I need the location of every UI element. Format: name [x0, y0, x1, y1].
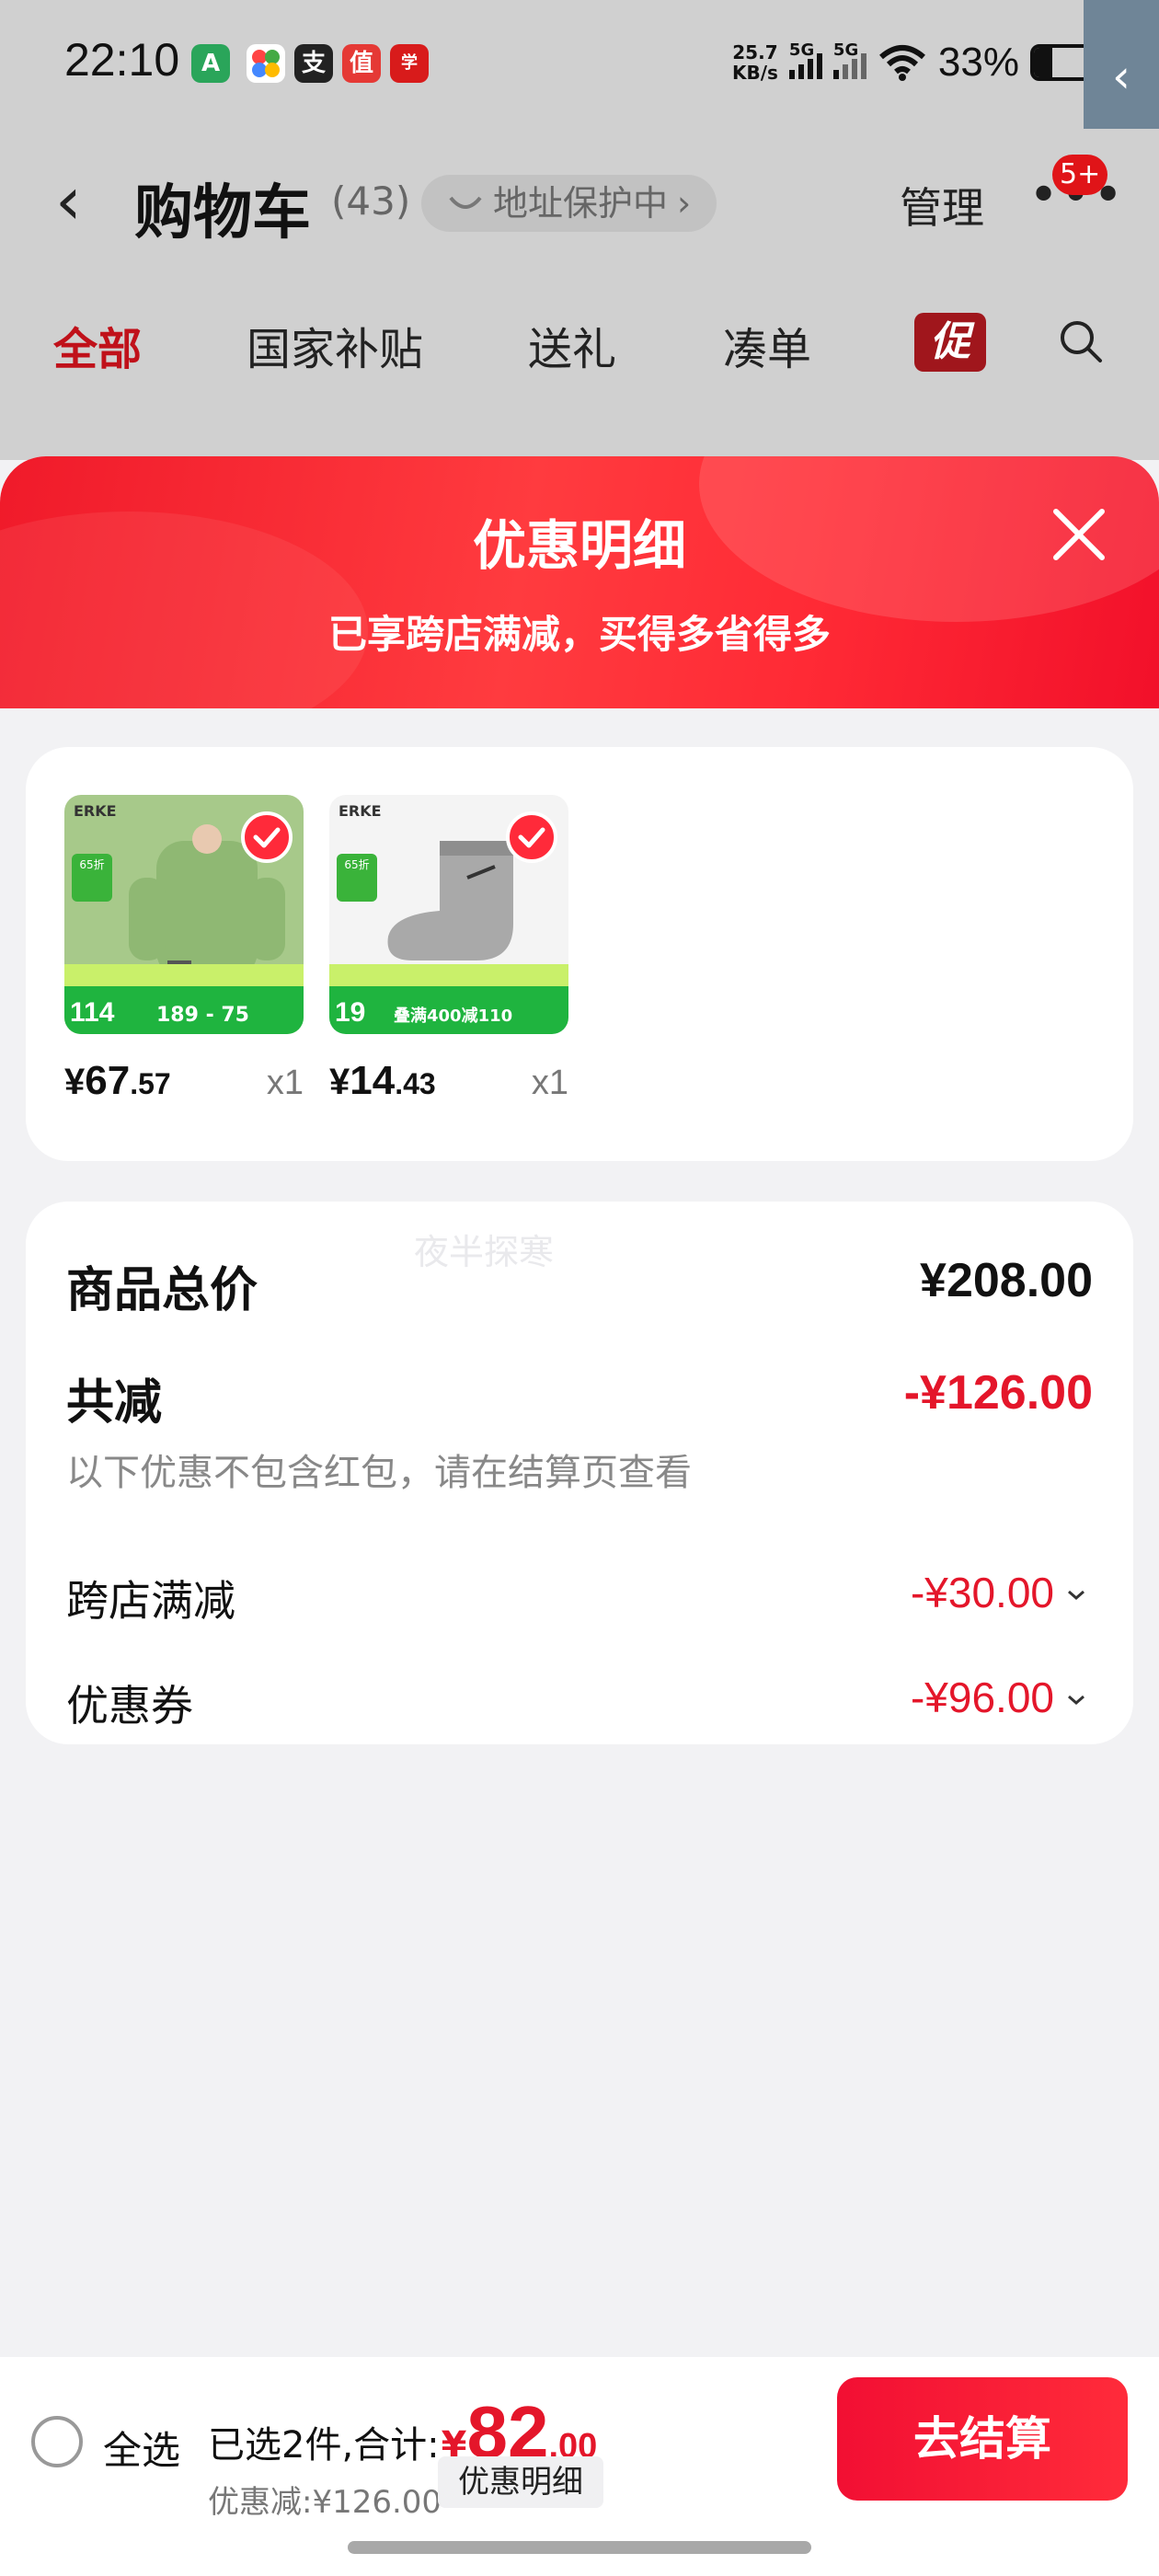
goods-total-label: 商品总价	[66, 1263, 258, 1318]
product-price: ¥67.57	[64, 1058, 171, 1104]
product-price: ¥14.43	[329, 1058, 436, 1104]
cross-store-discount-value[interactable]: -¥30.00	[911, 1568, 1054, 1617]
signal-1-label: 5G	[788, 40, 815, 60]
signal-2-label: 5G	[832, 40, 859, 60]
thumb-promo-text: 叠满400减110	[394, 1006, 513, 1026]
address-protect-pill[interactable]: 地址保护中 ›	[421, 175, 717, 232]
tab-promo[interactable]: 促	[914, 313, 986, 372]
promo-strip	[64, 964, 304, 986]
price-decimal: .57	[130, 1067, 171, 1100]
price-integer: 67	[85, 1058, 131, 1103]
coupon-value[interactable]: -¥96.00	[911, 1673, 1054, 1722]
coupon-label: 优惠券	[66, 1681, 193, 1731]
alipay-icon: 支	[294, 44, 333, 83]
sheet-title: 优惠明细	[472, 514, 686, 577]
discount-amount: 优惠减:¥126.00	[208, 2484, 442, 2521]
cross-store-discount-label: 跨店满减	[66, 1576, 235, 1626]
brand-label: ERKE	[74, 802, 117, 820]
net-speed-value: 25.7	[732, 41, 778, 63]
select-all-label[interactable]: 全选	[103, 2420, 180, 2476]
home-indicator[interactable]	[348, 2541, 811, 2554]
total-reduction-label: 共减	[66, 1375, 163, 1431]
tab-all[interactable]: 全部	[53, 313, 142, 377]
manage-button[interactable]: 管理	[900, 175, 984, 236]
status-indicators: 25.7 KB/s 5G 5G 33%	[732, 37, 1095, 88]
status-time: 22:10	[64, 34, 180, 86]
product-quantity: x1	[266, 1064, 304, 1102]
price-integer: 14	[350, 1058, 396, 1103]
selected-check-icon[interactable]	[506, 811, 557, 863]
watermark: 夜半探寒	[414, 1232, 555, 1272]
price-currency: ¥	[64, 1062, 86, 1102]
discount-tag: 65折	[337, 854, 377, 902]
battery-percent: 33%	[937, 40, 1019, 85]
discount-detail-sheet: 优惠明细 已享跨店满减，买得多省得多 ERKE 65折 114 189 - 75…	[0, 456, 1159, 2576]
discount-tag: 65折	[72, 854, 112, 902]
price-currency: ¥	[329, 1062, 350, 1102]
select-all-checkbox[interactable]	[31, 2416, 83, 2467]
checkout-bar: 全选 已选2件,合计: ¥ 82 .00 优惠减:¥126.00 优惠明细 去结…	[0, 2357, 1159, 2576]
price-decimal: .43	[395, 1067, 436, 1100]
tab-bundle[interactable]: 凑单	[723, 313, 811, 377]
thumb-price: 19	[335, 997, 366, 1028]
reduction-note: 以下优惠不包含红包，请在结算页查看	[66, 1452, 692, 1494]
selected-check-icon[interactable]	[241, 811, 293, 863]
sheet-subtitle: 已享跨店满减，买得多省得多	[327, 612, 831, 657]
cart-tabs: 全部 国家补贴 送礼 凑单 促	[0, 313, 1159, 386]
smile-icon	[449, 196, 482, 209]
value-app-icon: 值	[342, 44, 381, 83]
thumb-price: 114	[70, 997, 115, 1028]
tab-national-subsidy[interactable]: 国家补贴	[247, 313, 423, 377]
brand-label: ERKE	[339, 802, 382, 820]
cart-title: 购物车	[134, 179, 311, 247]
status-bar: 22:10 A 支 值 学 25.7 KB/s 5G 5G 33%	[0, 0, 1159, 129]
search-icon[interactable]	[1058, 318, 1104, 364]
product-quantity: x1	[531, 1064, 568, 1102]
checkout-button[interactable]: 去结算	[837, 2377, 1128, 2501]
signal-1-icon: 5G	[788, 40, 822, 79]
address-protect-label: 地址保护中	[493, 183, 669, 224]
goods-total-value: ¥208.00	[920, 1254, 1093, 1307]
net-speed-unit: KB/s	[731, 62, 778, 84]
xuexi-app-icon: 学	[390, 44, 429, 83]
total-reduction-value: -¥126.00	[903, 1366, 1093, 1420]
more-badge: 5+	[1052, 155, 1108, 195]
huawei-appgallery-icon: A	[191, 44, 230, 83]
price-summary-card: 商品总价 ¥208.00 共减 -¥126.00 以下优惠不包含红包，请在结算页…	[26, 1202, 1133, 1744]
back-arrow-icon[interactable]: ‹	[55, 162, 82, 239]
cart-count: (43)	[331, 178, 411, 224]
chevron-down-icon[interactable]	[1065, 1689, 1087, 1711]
net-speed: 25.7 KB/s	[732, 42, 778, 83]
close-icon[interactable]	[1049, 504, 1109, 565]
wifi-icon	[878, 45, 925, 81]
sheet-header: 优惠明细 已享跨店满减，买得多省得多	[0, 456, 1159, 708]
promo-strip	[329, 964, 568, 986]
tab-gift[interactable]: 送礼	[528, 313, 616, 377]
discount-detail-button[interactable]: 优惠明细	[438, 2456, 603, 2508]
pinwheel-app-icon	[247, 44, 285, 83]
chevron-right-icon: ›	[677, 183, 692, 224]
selected-products-card: ERKE 65折 114 189 - 75 ¥67.57 x1 ERKE 65折…	[26, 747, 1133, 1161]
chevron-down-icon[interactable]	[1065, 1584, 1087, 1606]
selected-prefix: 已选2件,合计:	[208, 2424, 440, 2467]
thumb-promo-text: 189 - 75	[156, 1004, 249, 1027]
signal-2-icon: 5G	[832, 40, 866, 79]
